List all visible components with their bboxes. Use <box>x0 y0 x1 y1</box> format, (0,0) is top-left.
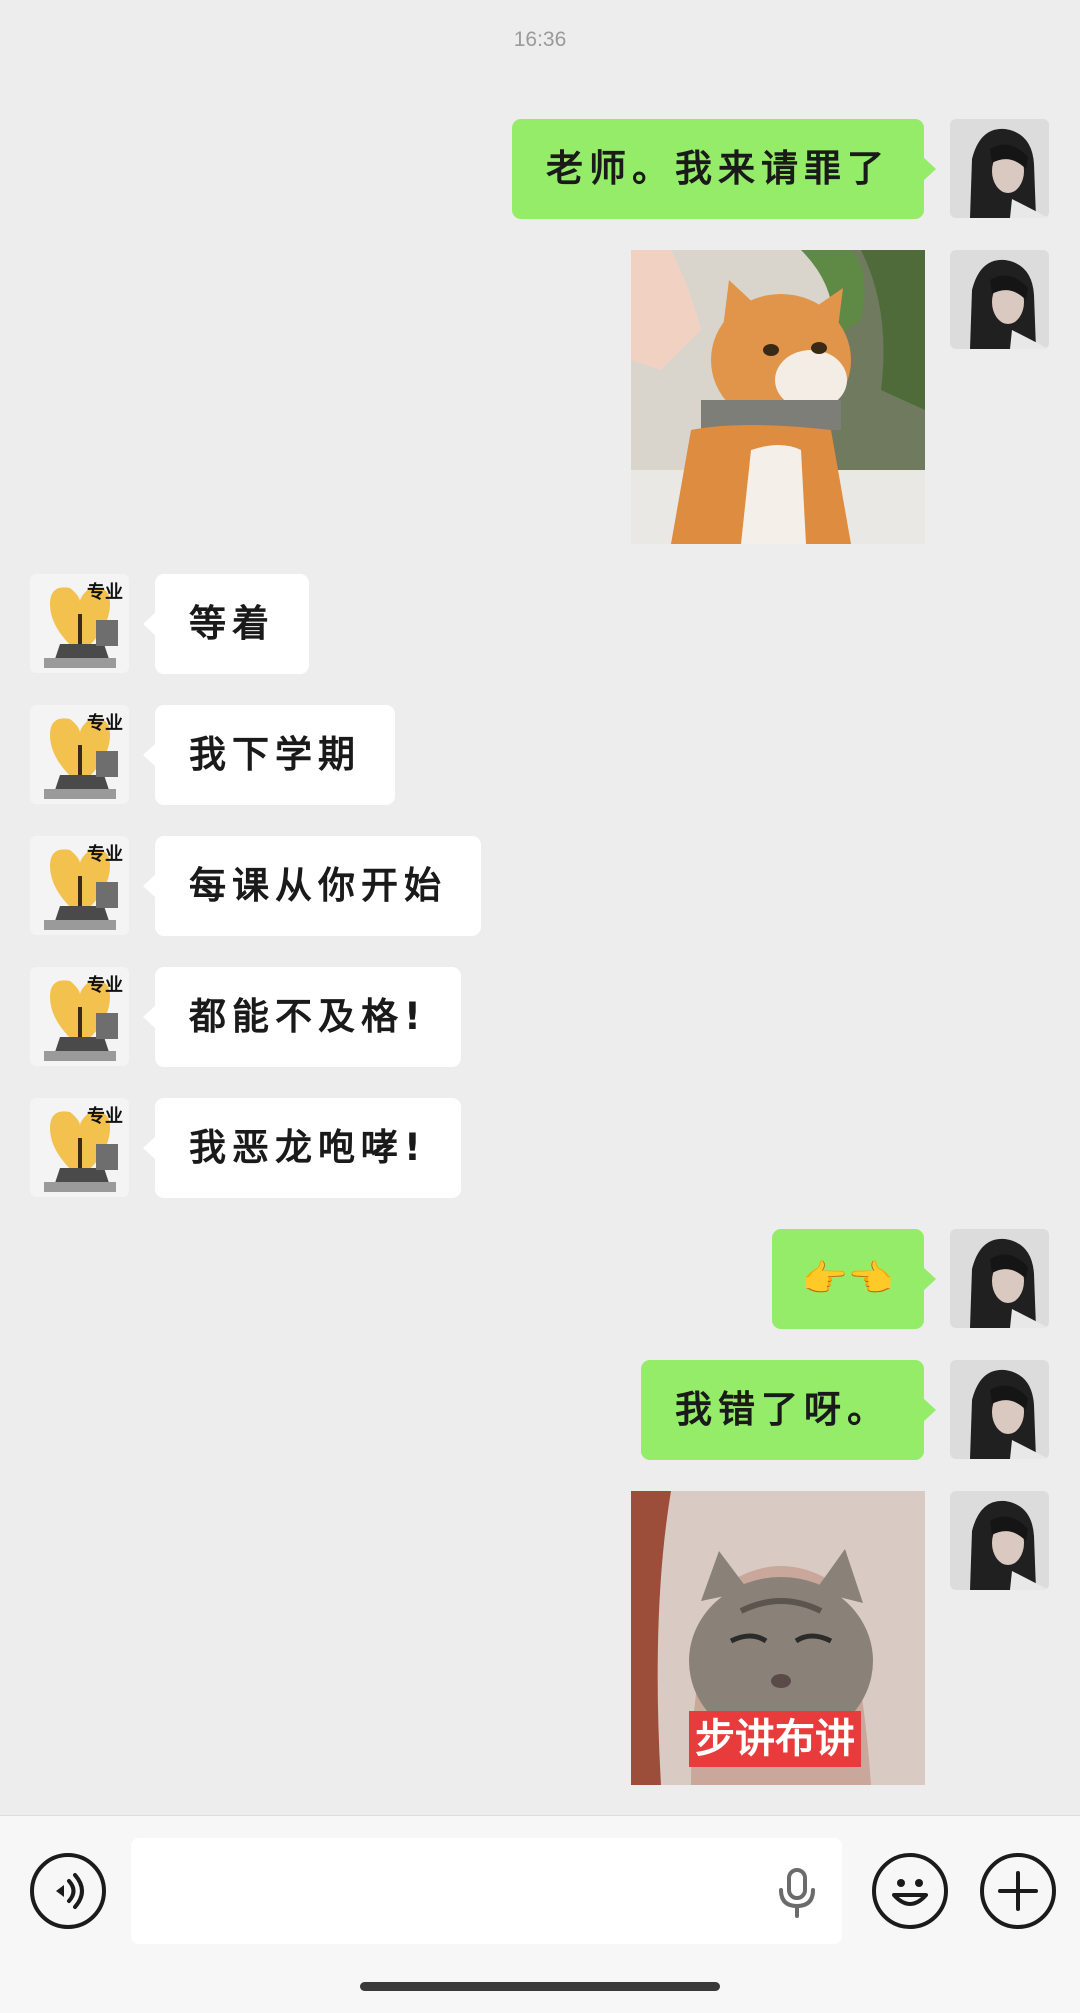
message-input[interactable] <box>131 1838 842 1944</box>
input-bar <box>0 1815 1080 2013</box>
my-avatar[interactable] <box>950 1491 1049 1590</box>
message-text: 都能不及格! <box>189 995 427 1038</box>
voice-icon[interactable] <box>30 1853 106 1929</box>
home-indicator[interactable] <box>360 1982 720 1991</box>
my-avatar[interactable] <box>950 1229 1049 1328</box>
avatar-badge-text: 专业 <box>87 844 123 865</box>
message-text: 我恶龙咆哮! <box>189 1126 427 1169</box>
message-bubble-received[interactable]: 等着 <box>143 574 309 674</box>
orange-cat-photo <box>631 250 925 544</box>
contact-avatar[interactable]: 专业 <box>30 574 129 673</box>
sent-image-orange-cat[interactable] <box>631 250 925 544</box>
contact-avatar[interactable]: 专业 <box>30 967 129 1066</box>
mic-icon[interactable] <box>776 1868 818 1922</box>
message-text: 我错了呀。 <box>675 1388 890 1431</box>
avatar-badge-text: 专业 <box>87 1106 123 1127</box>
avatar-badge-text: 专业 <box>87 975 123 996</box>
image-caption: 步讲布讲 <box>689 1711 861 1767</box>
contact-avatar[interactable]: 专业 <box>30 705 129 804</box>
message-bubble-received[interactable]: 我恶龙咆哮! <box>143 1098 461 1198</box>
plus-icon[interactable] <box>980 1853 1056 1929</box>
message-bubble-received[interactable]: 每课从你开始 <box>143 836 481 936</box>
message-bubble-sent[interactable]: 我错了呀。 <box>641 1360 936 1460</box>
pointing-fingers-emoji: 👉👈 <box>801 1257 894 1300</box>
sent-image-grey-cat[interactable]: 步讲布讲 <box>631 1491 925 1785</box>
message-bubble-sent[interactable]: 👉👈 <box>771 1229 937 1329</box>
message-text: 每课从你开始 <box>189 864 447 907</box>
contact-avatar[interactable]: 专业 <box>30 1098 129 1197</box>
avatar-badge-text: 专业 <box>87 713 123 734</box>
avatar-badge-text: 专业 <box>87 582 123 603</box>
message-bubble-received[interactable]: 都能不及格! <box>143 967 461 1067</box>
message-bubble-sent[interactable]: 老师。我来请罪了 <box>512 119 936 219</box>
message-text: 等着 <box>189 602 275 645</box>
contact-avatar[interactable]: 专业 <box>30 836 129 935</box>
my-avatar[interactable] <box>950 1360 1049 1459</box>
chat-timestamp: 16:36 <box>513 28 567 51</box>
message-text: 我下学期 <box>189 733 361 776</box>
my-avatar[interactable] <box>950 119 1049 218</box>
message-text: 老师。我来请罪了 <box>546 147 890 190</box>
message-bubble-received[interactable]: 我下学期 <box>143 705 395 805</box>
emoji-icon[interactable] <box>872 1853 948 1929</box>
my-avatar[interactable] <box>950 250 1049 349</box>
